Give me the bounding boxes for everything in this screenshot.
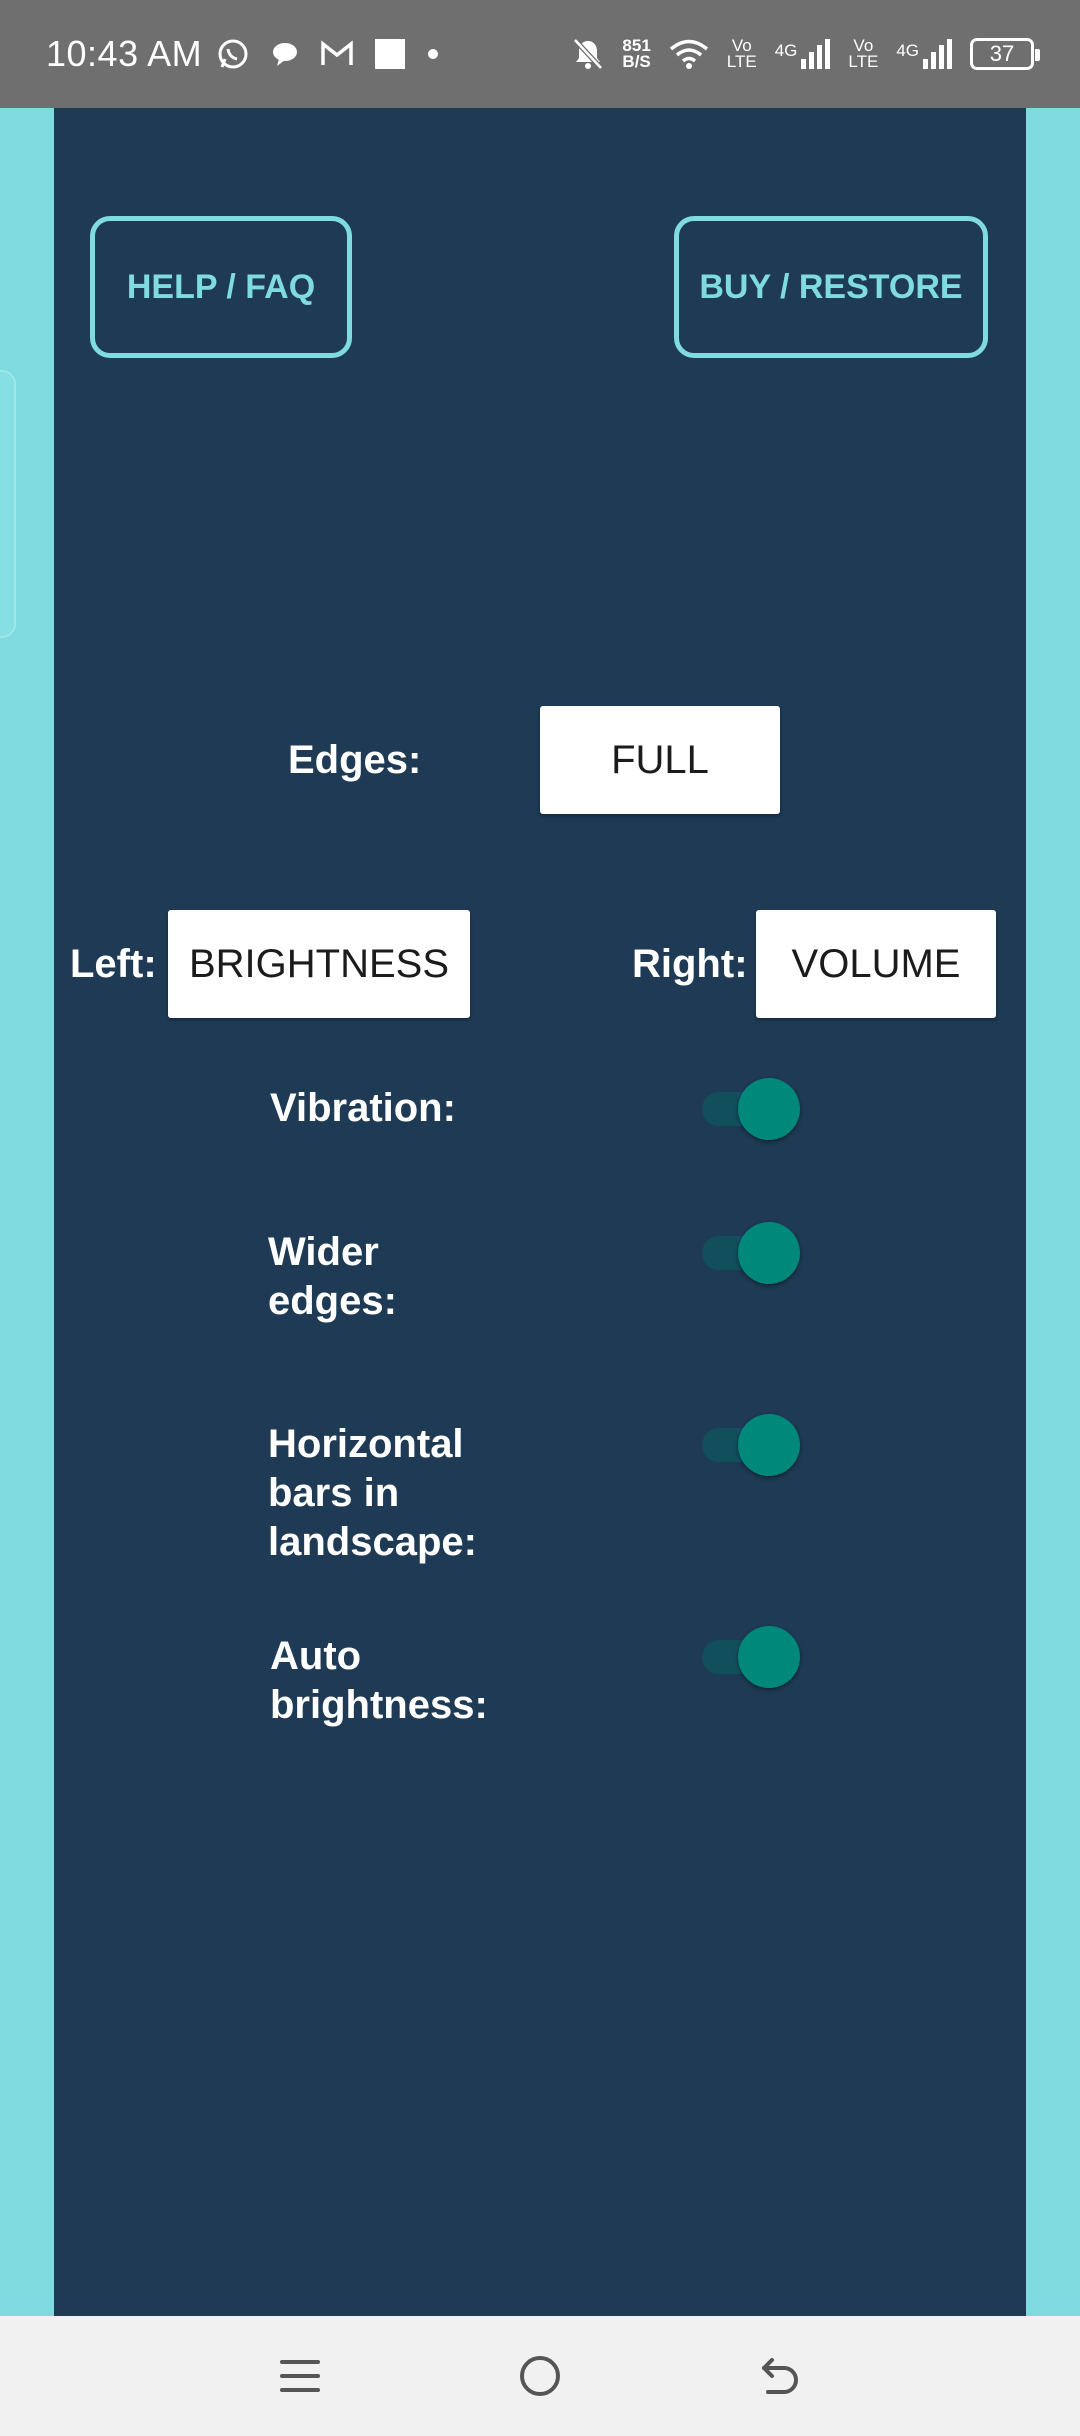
- right-label: Right:: [632, 942, 748, 986]
- whatsapp-icon: [216, 37, 250, 71]
- vibration-toggle[interactable]: [702, 1078, 802, 1140]
- right-edge-strip: [1026, 108, 1080, 2316]
- dot-icon: [426, 47, 440, 61]
- wider-edges-label: Wider edges:: [268, 1230, 397, 1323]
- vibration-label: Vibration:: [270, 1086, 456, 1130]
- chat-icon: [270, 39, 300, 69]
- notification-icons: [216, 37, 440, 71]
- edges-button[interactable]: FULL: [540, 706, 780, 814]
- help-faq-button[interactable]: HELP / FAQ: [90, 216, 352, 358]
- status-time: 10:43 AM: [46, 33, 203, 74]
- net-speed-unit: B/S: [622, 52, 651, 71]
- status-bar: 10:43 AM 851 B/S Vo LTE 4G Vo LTE 4G 37: [0, 0, 1080, 108]
- wider-edges-toggle[interactable]: [702, 1222, 802, 1284]
- toggle-thumb: [738, 1626, 800, 1688]
- home-icon[interactable]: [510, 2346, 570, 2406]
- battery-level: 37: [989, 41, 1015, 66]
- toggle-thumb: [738, 1414, 800, 1476]
- bell-off-icon: [572, 37, 604, 71]
- signal-icon-2: 4G: [896, 39, 952, 69]
- edge-handle[interactable]: [0, 370, 16, 638]
- right-button[interactable]: VOLUME: [756, 910, 996, 1018]
- edges-label: Edges:: [288, 738, 422, 782]
- gmail-icon: [320, 40, 354, 68]
- left-edge-strip: [0, 108, 54, 2316]
- horizontal-bars-toggle[interactable]: [702, 1414, 802, 1476]
- wifi-icon: [669, 38, 709, 70]
- net-speed: 851 B/S: [622, 37, 651, 71]
- volte-2: Vo LTE: [848, 35, 879, 71]
- menu-icon[interactable]: [270, 2346, 330, 2406]
- battery-icon: 37: [970, 38, 1040, 70]
- settings-panel: HELP / FAQ BUY / RESTORE Edges: FULL Lef…: [54, 108, 1026, 2316]
- system-icons: 851 B/S Vo LTE 4G Vo LTE 4G 37: [572, 35, 1040, 71]
- navigation-bar: [0, 2316, 1080, 2436]
- horizontal-bars-label: Horizontal bars in landscape:: [268, 1422, 477, 1564]
- signal-icon: 4G: [775, 39, 831, 69]
- back-icon[interactable]: [750, 2346, 810, 2406]
- auto-brightness-toggle[interactable]: [702, 1626, 802, 1688]
- auto-brightness-label: Auto brightness:: [270, 1634, 488, 1727]
- buy-restore-button[interactable]: BUY / RESTORE: [674, 216, 988, 358]
- square-icon: [374, 38, 406, 70]
- left-label: Left:: [70, 942, 157, 986]
- volte-1: Vo LTE: [726, 35, 757, 71]
- toggle-thumb: [738, 1222, 800, 1284]
- toggle-thumb: [738, 1078, 800, 1140]
- left-button[interactable]: BRIGHTNESS: [168, 910, 470, 1018]
